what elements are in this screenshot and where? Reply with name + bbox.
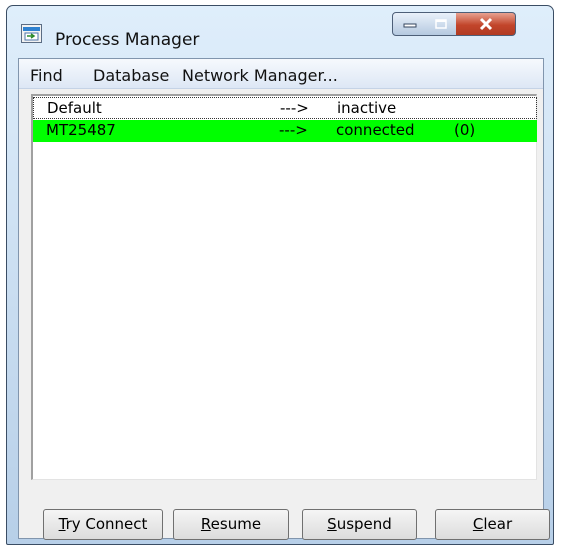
connection-arrow: ---> [280, 99, 309, 117]
connection-count: (0) [454, 121, 476, 139]
maximize-button[interactable] [426, 12, 457, 36]
clear-mnemonic: C [472, 515, 484, 533]
close-icon [478, 17, 494, 31]
menu-network-manager[interactable]: Network Manager... [182, 67, 338, 85]
connection-arrow: ---> [279, 121, 308, 139]
titlebar[interactable]: Process Manager [7, 6, 553, 57]
clear-label: lear [483, 515, 513, 533]
suspend-mnemonic: S [327, 515, 337, 533]
maximize-icon [435, 19, 447, 29]
minimize-icon [403, 20, 417, 28]
process-manager-icon [21, 24, 42, 43]
suspend-button[interactable]: Suspend [302, 509, 417, 540]
connection-state: connected [336, 121, 415, 139]
clear-button[interactable]: Clear [435, 509, 550, 540]
connection-name: Default [47, 99, 102, 117]
menu-database[interactable]: Database [93, 67, 169, 85]
suspend-label: uspend [336, 515, 392, 533]
try-connect-mnemonic: T [58, 515, 66, 533]
try-connect-button[interactable]: Try Connect [43, 509, 163, 540]
window-title: Process Manager [55, 30, 200, 50]
minimize-button[interactable] [392, 12, 427, 36]
resume-button[interactable]: Resume [173, 509, 289, 540]
resume-label: esume [210, 515, 262, 533]
try-connect-label: ry Connect [65, 515, 148, 533]
connection-state: inactive [337, 99, 397, 117]
close-button[interactable] [456, 12, 516, 36]
client-area: Find Database Network Manager... Default… [18, 58, 550, 540]
connection-list[interactable]: Default ---> inactive MT25487 ---> conne… [31, 94, 537, 480]
process-manager-window: Process Manager Find Database Network Ma… [6, 5, 554, 545]
list-item[interactable]: MT25487 ---> connected (0) [33, 120, 537, 142]
resume-mnemonic: R [200, 515, 211, 533]
list-item[interactable]: Default ---> inactive [33, 97, 537, 119]
menu-bar: Find Database Network Manager... [19, 59, 543, 89]
connection-name: MT25487 [46, 121, 116, 139]
menu-find[interactable]: Find [30, 67, 63, 85]
